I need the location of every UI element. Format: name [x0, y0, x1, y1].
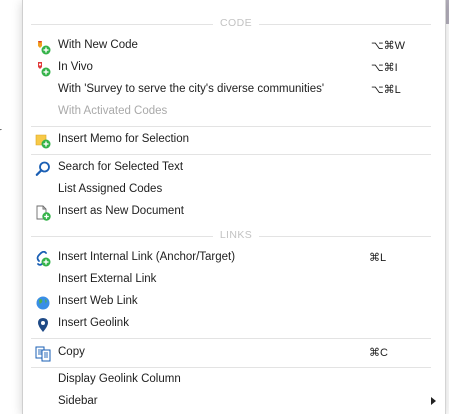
menu-separator: [31, 338, 431, 339]
menu-item-label: With New Code: [58, 39, 138, 51]
menu-item-label: Copy: [58, 346, 85, 358]
menu-item-label: Insert as New Document: [58, 205, 184, 217]
section-label-links: LINKS: [219, 229, 253, 241]
menu-item-insert-memo[interactable]: Insert Memo for Selection: [23, 130, 445, 151]
context-menu: CODE With New Code ⌥⌘W In Vivo ⌥⌘I With …: [22, 0, 446, 414]
menu-item-search-selected-text[interactable]: Search for Selected Text: [23, 158, 445, 179]
menu-item-label: Insert Web Link: [58, 295, 138, 307]
menu-item-label: Insert Geolink: [58, 317, 129, 329]
new-code-icon: [35, 39, 51, 55]
map-pin-icon: [35, 317, 51, 333]
menu-item-label: Display Geolink Column: [58, 373, 181, 385]
section-label-code: CODE: [220, 17, 252, 29]
menu-separator: [31, 367, 431, 368]
menu-item-insert-new-document[interactable]: Insert as New Document: [23, 202, 445, 223]
menu-item-sidebar[interactable]: Sidebar: [23, 392, 445, 413]
section-header-code: CODE: [31, 17, 431, 31]
menu-item-insert-external-link[interactable]: Insert External Link: [23, 270, 445, 291]
menu-item-label: Sidebar: [58, 395, 98, 407]
menu-item-label: Insert Memo for Selection: [58, 133, 190, 145]
menu-item-with-new-code[interactable]: With New Code ⌥⌘W: [23, 36, 445, 57]
menu-item-copy[interactable]: Copy ⌘C: [23, 343, 445, 364]
menu-item-insert-internal-link[interactable]: Insert Internal Link (Anchor/Target) ⌘L: [23, 248, 445, 269]
shortcut-label: ⌥⌘I: [371, 62, 398, 74]
new-document-icon: [35, 205, 51, 221]
menu-item-in-vivo[interactable]: In Vivo ⌥⌘I: [23, 58, 445, 79]
memo-icon: [35, 133, 51, 149]
submenu-arrow-icon: [431, 397, 436, 405]
menu-item-insert-web-link[interactable]: Insert Web Link: [23, 292, 445, 313]
menu-item-label: Insert External Link: [58, 273, 157, 285]
menu-separator: [31, 154, 431, 155]
copy-icon: [35, 346, 51, 362]
menu-separator: [31, 126, 431, 127]
menu-item-label: In Vivo: [58, 61, 93, 73]
menu-item-label: With Activated Codes: [58, 105, 168, 117]
menu-item-label: Insert Internal Link (Anchor/Target): [58, 251, 236, 263]
shortcut-label: ⌥⌘W: [371, 40, 406, 52]
menu-item-label: Search for Selected Text: [58, 161, 184, 173]
menu-item-label: With 'Survey to serve the city's diverse…: [58, 83, 325, 95]
shortcut-label: ⌥⌘L: [371, 84, 401, 96]
section-header-links: LINKS: [31, 229, 431, 243]
menu-item-label: List Assigned Codes: [58, 183, 163, 195]
internal-link-icon: [35, 250, 51, 267]
shortcut-label: ⌘L: [369, 252, 387, 264]
menu-item-list-assigned-codes[interactable]: List Assigned Codes: [23, 180, 445, 201]
menu-item-display-geolink-column[interactable]: Display Geolink Column: [23, 370, 445, 391]
background-text-fragment: r: [0, 126, 2, 138]
globe-icon: [35, 295, 51, 311]
menu-item-with-activated-codes: With Activated Codes: [23, 102, 445, 123]
menu-item-insert-geolink[interactable]: Insert Geolink: [23, 314, 445, 335]
search-icon: [35, 161, 51, 177]
menu-item-with-last-code[interactable]: With 'Survey to serve the city's diverse…: [23, 80, 445, 101]
in-vivo-icon: [35, 61, 51, 77]
shortcut-label: ⌘C: [369, 347, 388, 359]
